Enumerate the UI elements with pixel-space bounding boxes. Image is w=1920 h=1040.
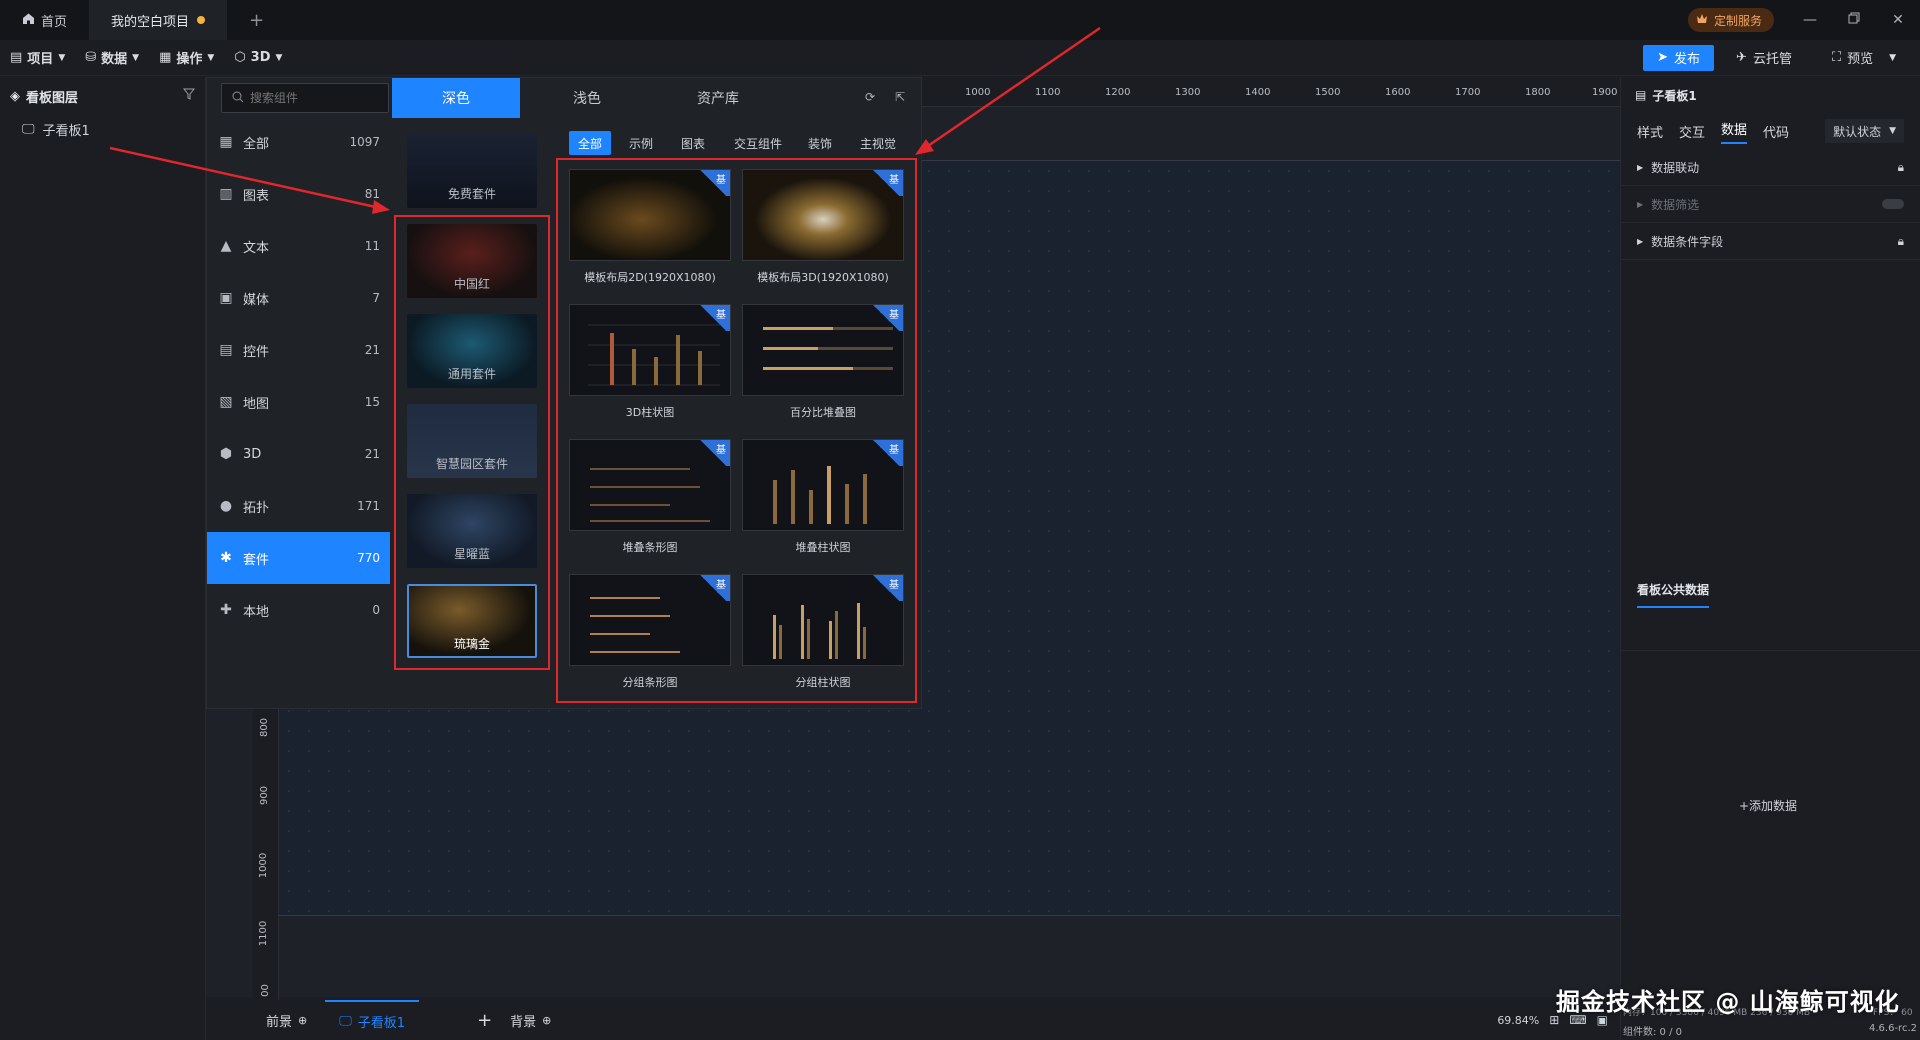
lock-icon: 🔒︎ bbox=[1897, 233, 1904, 248]
toggle-switch[interactable] bbox=[1882, 199, 1904, 209]
add-board-button[interactable]: + bbox=[477, 1010, 492, 1031]
chevron-down-icon: ▼ bbox=[1889, 126, 1896, 136]
properties-panel: ▤ 子看板1 样式 交互 数据 代码 默认状态 ▼ ▶ 数据联动 🔒︎ ▶ 数据筛选… bbox=[1620, 77, 1920, 1040]
props-tabs: 样式 交互 数据 代码 默认状态 ▼ bbox=[1621, 113, 1920, 149]
accordion-data-link[interactable]: ▶ 数据联动 🔒︎ bbox=[1621, 149, 1920, 186]
board-icon: ▤ bbox=[1635, 88, 1647, 102]
state-select-value: 默认状态 bbox=[1833, 124, 1882, 139]
add-circle-icon[interactable]: ⊕ bbox=[298, 1014, 307, 1027]
props-header: ▤ 子看板1 bbox=[1621, 77, 1920, 113]
foreground-tab[interactable]: 前景 ⊕ bbox=[266, 1011, 307, 1030]
accordion-data-condition[interactable]: ▶ 数据条件字段 🔒︎ bbox=[1621, 223, 1920, 260]
accordion-label: 数据条件字段 bbox=[1651, 234, 1724, 249]
caret-right-icon: ▶ bbox=[1637, 236, 1644, 246]
tab-code[interactable]: 代码 bbox=[1763, 122, 1789, 141]
accordion-label: 数据筛选 bbox=[1651, 197, 1700, 212]
component-count: 组件数: 0 / 0 bbox=[1623, 1027, 1682, 1038]
tab-interaction[interactable]: 交互 bbox=[1679, 122, 1705, 141]
watermark: 掘金技术社区 @ 山海鲸可视化 bbox=[1556, 988, 1900, 1016]
lock-icon: 🔒︎ bbox=[1897, 159, 1904, 174]
board-tab-active[interactable]: 🖵 子看板1 bbox=[325, 1000, 420, 1040]
props-title: 子看板1 bbox=[1652, 88, 1697, 103]
add-data-button[interactable]: +添加数据 bbox=[1739, 797, 1797, 814]
public-data-tab[interactable]: 看板公共数据 bbox=[1637, 581, 1710, 608]
accordion-data-filter[interactable]: ▶ 数据筛选 bbox=[1621, 186, 1920, 223]
foreground-label: 前景 bbox=[266, 1014, 293, 1030]
caret-right-icon: ▶ bbox=[1637, 199, 1644, 209]
background-label: 背景 bbox=[510, 1014, 537, 1030]
accordion-label: 数据联动 bbox=[1651, 160, 1700, 175]
monitor-icon: 🖵 bbox=[339, 1013, 352, 1029]
tab-data[interactable]: 数据 bbox=[1721, 119, 1748, 144]
state-select[interactable]: 默认状态 ▼ bbox=[1825, 119, 1904, 143]
tab-style[interactable]: 样式 bbox=[1637, 122, 1663, 141]
version-label: 4.6.6-rc.2 bbox=[1869, 1023, 1917, 1034]
bottom-bar: 前景 ⊕ 🖵 子看板1 + 背景 ⊕ 69.84% ⊞ ⌨ ▣ bbox=[206, 1000, 1620, 1040]
caret-right-icon: ▶ bbox=[1637, 162, 1644, 172]
zoom-level: 69.84% bbox=[1497, 1013, 1540, 1027]
board-tab-label: 子看板1 bbox=[357, 1015, 406, 1031]
add-circle-icon[interactable]: ⊕ bbox=[542, 1014, 551, 1027]
background-tab[interactable]: 背景 ⊕ bbox=[510, 1011, 551, 1030]
